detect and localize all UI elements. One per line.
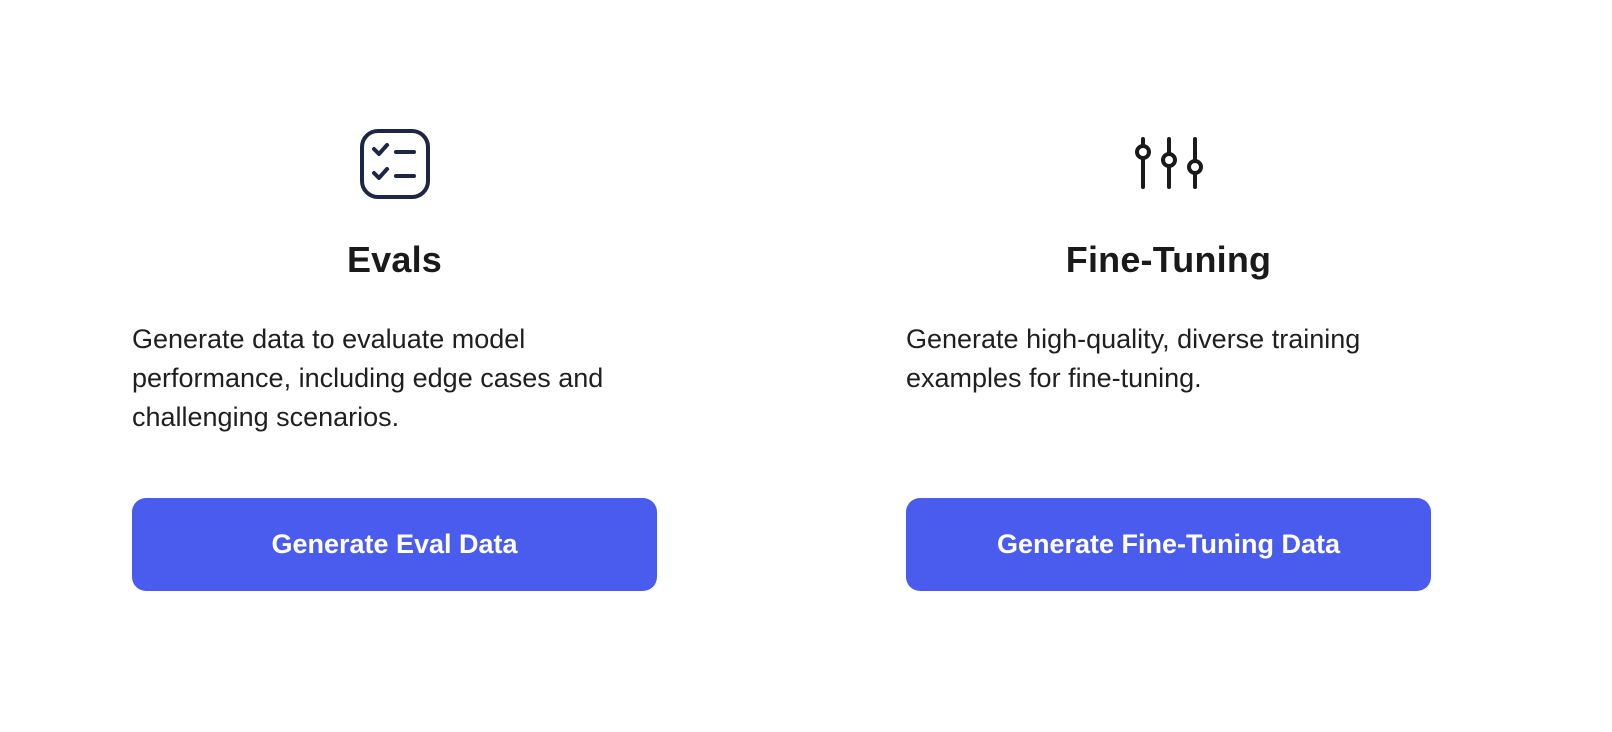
- generate-fine-tuning-data-button-label: Generate Fine-Tuning Data: [996, 529, 1341, 559]
- fine-tuning-card: Fine-Tuning Generate high-quality, diver…: [906, 0, 1431, 732]
- fine-tuning-title: Fine-Tuning: [1065, 239, 1272, 280]
- generate-fine-tuning-data-button[interactable]: Generate Fine-Tuning Data: [906, 498, 1431, 591]
- checklist-icon: [359, 128, 431, 200]
- evals-description: Generate data to evaluate model performa…: [132, 324, 604, 432]
- fine-tuning-description: Generate high-quality, diverse training …: [906, 324, 1361, 393]
- sliders-icon: [1133, 128, 1205, 200]
- generate-eval-data-button[interactable]: Generate Eval Data: [132, 498, 657, 591]
- evals-title: Evals: [346, 239, 443, 280]
- generate-eval-data-button-label: Generate Eval Data: [271, 529, 518, 559]
- evals-card: Evals Generate data to evaluate model pe…: [132, 0, 657, 732]
- page: Evals Generate data to evaluate model pe…: [0, 0, 1612, 732]
